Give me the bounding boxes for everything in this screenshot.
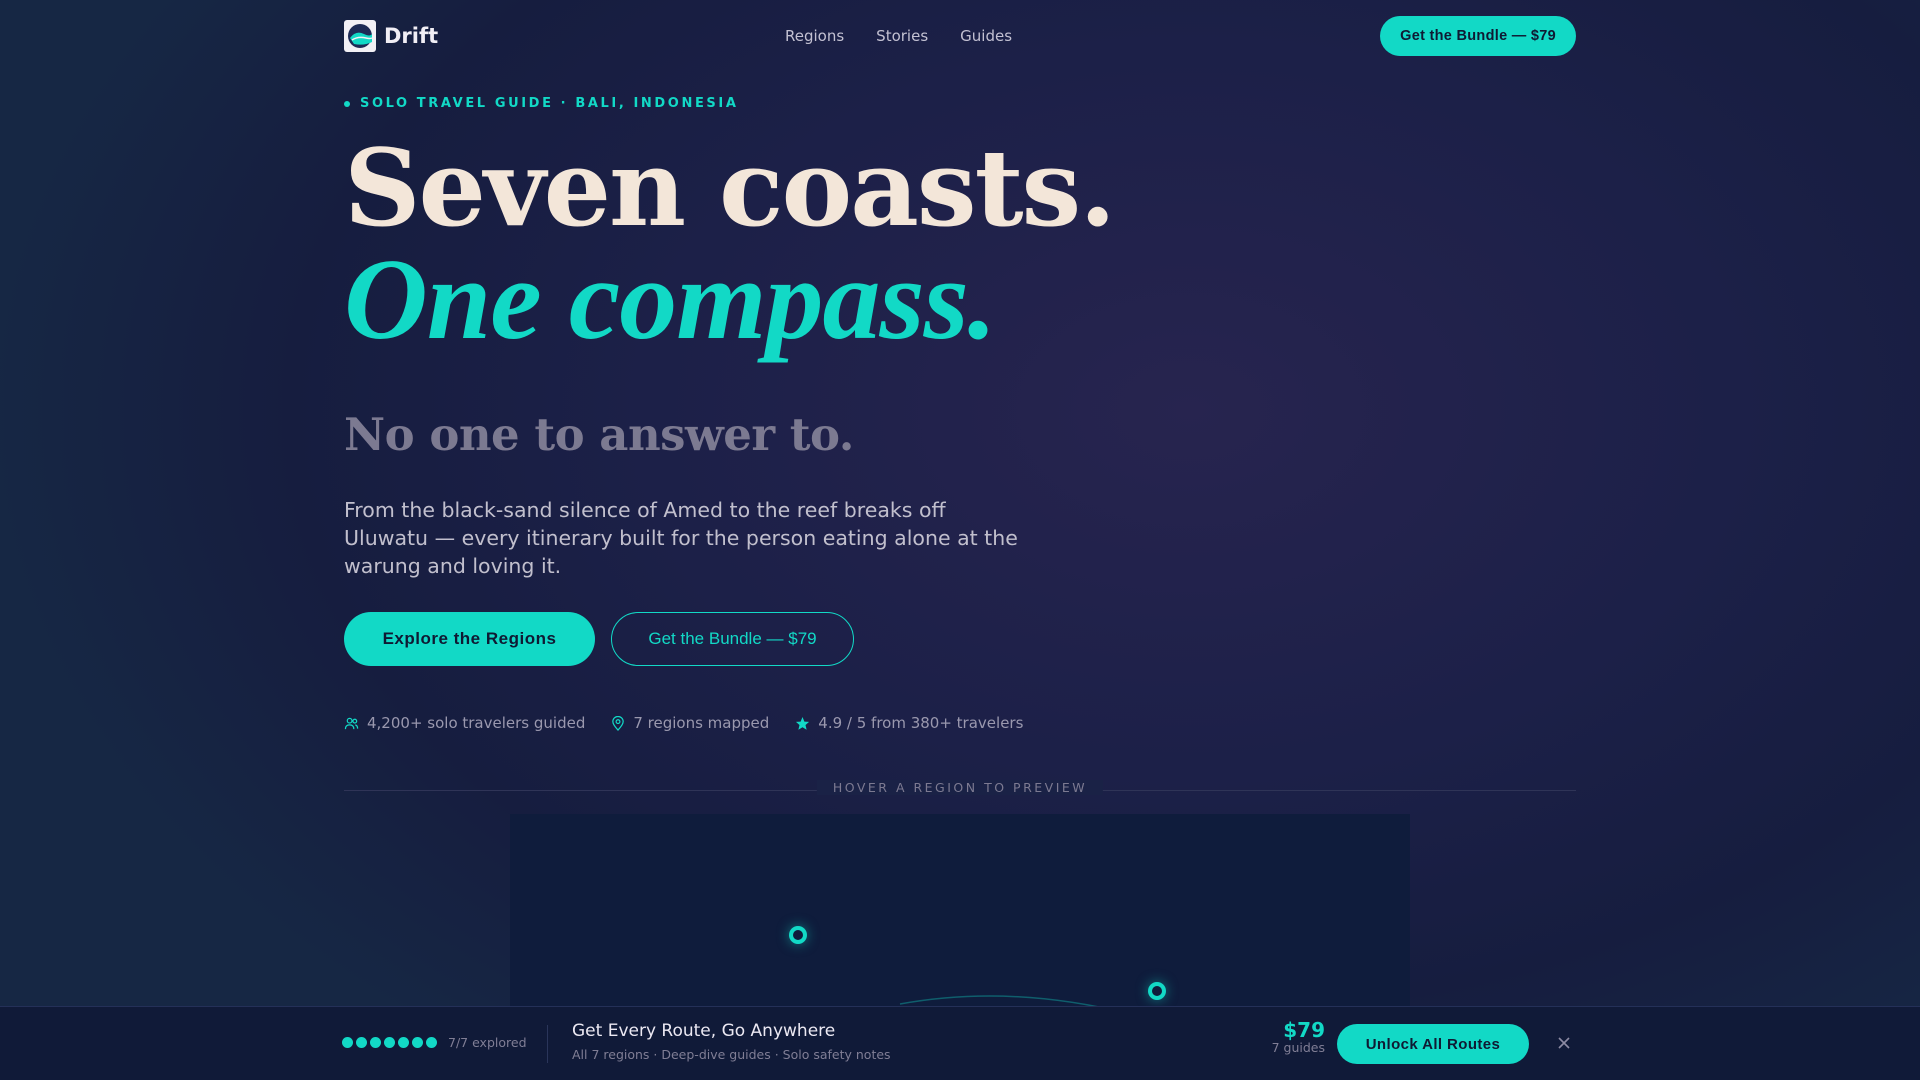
- eyebrow-text: SOLO TRAVEL GUIDE · BALI, INDONESIA: [360, 96, 739, 111]
- unlock-routes-button[interactable]: Unlock All Routes: [1337, 1024, 1529, 1064]
- bar-subtitle: All 7 regions · Deep-dive guides · Solo …: [572, 1047, 891, 1062]
- logo-icon: [344, 20, 376, 52]
- users-icon: [344, 717, 359, 729]
- progress-dot: [426, 1037, 437, 1048]
- map-pin-icon: [612, 715, 625, 731]
- stat-travelers-text: 4,200+ solo travelers guided: [367, 714, 586, 732]
- top-nav: Drift Regions Stories Guides Get the Bun…: [344, 16, 1576, 56]
- stat-rating-text: 4.9 / 5 from 380+ travelers: [818, 714, 1024, 732]
- price-amount: $79: [1283, 1018, 1325, 1042]
- bar-price: $79 7 guides: [1272, 1019, 1325, 1055]
- hero-stats: 4,200+ solo travelers guided 7 regions m…: [344, 714, 1023, 732]
- headline-line-1: Seven coasts.: [344, 125, 1116, 250]
- progress-dot: [384, 1037, 395, 1048]
- hero-bundle-button[interactable]: Get the Bundle — $79: [611, 612, 854, 666]
- bar-title: Get Every Route, Go Anywhere: [572, 1021, 836, 1041]
- region-pin[interactable]: [789, 926, 807, 944]
- brand-logo[interactable]: Drift: [344, 20, 438, 52]
- region-map[interactable]: [510, 814, 1410, 1014]
- region-pin[interactable]: [1148, 982, 1166, 1000]
- progress-dot: [398, 1037, 409, 1048]
- explore-regions-button[interactable]: Explore the Regions: [344, 612, 595, 666]
- progress-text: 7/7 explored: [448, 1035, 527, 1050]
- nav-link-guides[interactable]: Guides: [960, 27, 1012, 45]
- eyebrow-dot-icon: [344, 100, 350, 107]
- nav-link-regions[interactable]: Regions: [785, 27, 844, 45]
- progress-dot: [356, 1037, 367, 1048]
- bar-separator: [547, 1025, 548, 1063]
- price-subtext: 7 guides: [1271, 1040, 1325, 1055]
- stat-rating: 4.9 / 5 from 380+ travelers: [795, 714, 1023, 732]
- exploration-progress: [342, 1037, 437, 1048]
- stat-regions: 7 regions mapped: [611, 714, 769, 732]
- subheadline: No one to answer to.: [344, 408, 854, 461]
- nav-links: Regions Stories Guides: [785, 27, 1012, 45]
- hero-eyebrow: SOLO TRAVEL GUIDE · BALI, INDONESIA: [344, 96, 738, 111]
- brand-name: Drift: [384, 24, 439, 48]
- close-icon[interactable]: [1556, 1035, 1572, 1051]
- hero-lead: From the black-sand silence of Amed to t…: [344, 498, 1018, 578]
- nav-link-stories[interactable]: Stories: [876, 27, 928, 45]
- headline-line-2: One compass.: [344, 236, 997, 364]
- progress-dot: [370, 1037, 381, 1048]
- sticky-purchase-bar: 7/7 explored Get Every Route, Go Anywher…: [0, 1006, 1920, 1080]
- progress-dot: [412, 1037, 423, 1048]
- stat-regions-text: 7 regions mapped: [633, 714, 770, 732]
- nav-bundle-button[interactable]: Get the Bundle — $79: [1380, 16, 1576, 56]
- star-icon: [796, 716, 810, 730]
- progress-dot: [342, 1037, 353, 1048]
- coastline-arc: [899, 995, 1131, 1014]
- stat-travelers: 4,200+ solo travelers guided: [344, 714, 585, 732]
- map-hint-label: HOVER A REGION TO PREVIEW: [816, 780, 1104, 795]
